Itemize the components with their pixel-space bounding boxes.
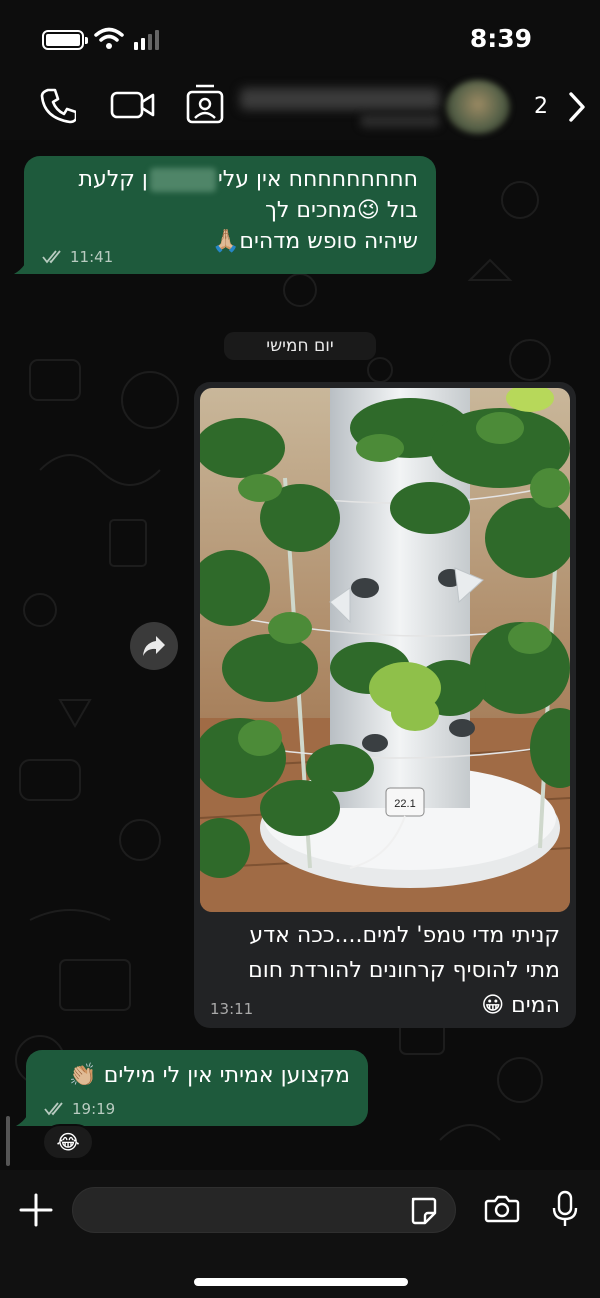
double-check-icon — [42, 250, 61, 264]
avatar[interactable] — [446, 80, 510, 134]
phone-icon[interactable] — [40, 86, 76, 124]
chevron-right-icon[interactable] — [566, 90, 588, 124]
message-input[interactable] — [72, 1187, 456, 1233]
contact-status — [360, 114, 440, 128]
unread-count: 2 — [534, 94, 548, 119]
message-time: 13:11 — [210, 1000, 254, 1018]
contact-card-icon[interactable] — [186, 84, 224, 124]
wifi-icon — [94, 27, 124, 49]
message-photo[interactable]: 22.1 — [200, 388, 570, 912]
camera-icon[interactable] — [484, 1194, 520, 1224]
message-reaction[interactable]: 😂 — [42, 1124, 94, 1160]
scroll-indicator — [6, 1116, 10, 1166]
composer-bar — [0, 1170, 600, 1298]
cellular-signal-icon — [134, 30, 159, 50]
message-bubble-outgoing[interactable]: מקצוען אמיתי אין לי מילים 👏🏼 19:19 — [26, 1050, 368, 1126]
forward-button[interactable] — [130, 622, 178, 670]
double-check-icon — [44, 1102, 63, 1116]
status-time: 8:39 — [469, 24, 532, 53]
video-camera-icon[interactable] — [110, 90, 156, 120]
battery-icon — [42, 30, 88, 50]
forward-icon — [143, 636, 165, 656]
date-separator: יום חמישי — [224, 332, 376, 360]
contact-name[interactable] — [240, 88, 440, 110]
message-time: 11:41 — [70, 248, 114, 266]
message-meta: 19:19 — [44, 1100, 115, 1118]
message-meta: 11:41 — [42, 248, 113, 266]
message-time: 19:19 — [72, 1100, 116, 1118]
message-text: מקצוען אמיתי אין לי מילים 👏🏼 — [69, 1063, 350, 1088]
thermometer-reading: 22.1 — [394, 798, 415, 810]
message-text: קניתי מדי טמפ' למים....ככה אדע מתי להוסי… — [248, 923, 560, 1018]
message-bubble-incoming-image[interactable]: 22.1 קניתי מדי טמפ' למים....ככה אדע מתי … — [194, 382, 576, 1028]
whatsapp-chat-screen: 8:39 2 חחחחחחחחח אין עלין קלעת בול 😉מחכי… — [0, 0, 600, 1298]
chat-header: 2 — [0, 78, 600, 140]
redacted-name — [149, 168, 216, 192]
plus-icon[interactable] — [18, 1192, 54, 1228]
microphone-icon[interactable] — [552, 1190, 578, 1228]
status-bar: 8:39 — [0, 0, 600, 78]
message-bubble-outgoing[interactable]: חחחחחחחחח אין עלין קלעת בול 😉מחכים לך שי… — [24, 156, 436, 274]
home-indicator[interactable] — [194, 1278, 408, 1286]
sticker-icon[interactable] — [408, 1196, 438, 1226]
message-text: חחחחחחחחח אין עלין קלעת בול 😉מחכים לך שי… — [78, 167, 418, 254]
